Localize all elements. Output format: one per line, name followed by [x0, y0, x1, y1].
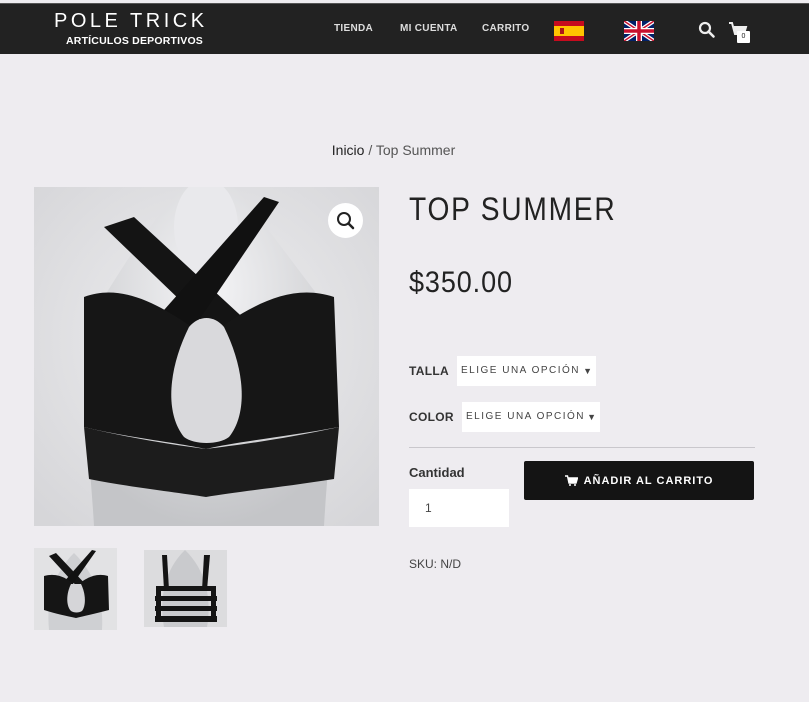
cart-icon — [564, 475, 578, 486]
quantity-label: Cantidad — [409, 465, 465, 480]
thumbnail-image-back — [144, 550, 227, 627]
site-header: POLE TRICK ARTÍCULOS DEPORTIVOS TIENDA M… — [0, 3, 809, 54]
cart-count-badge[interactable]: 0 — [737, 31, 750, 43]
breadcrumb: Inicio / Top Summer — [0, 142, 787, 158]
thumbnail-image-front — [34, 548, 117, 630]
divider — [409, 447, 755, 448]
size-select-value: ELIGE UNA OPCIÓN — [461, 365, 581, 376]
zoom-icon — [337, 212, 355, 230]
color-label: COLOR — [409, 410, 454, 424]
add-to-cart-label: AÑADIR AL CARRITO — [583, 474, 714, 487]
product-sku: SKU: N/D — [409, 557, 462, 571]
size-select[interactable]: ELIGE UNA OPCIÓN ▼ — [457, 356, 596, 386]
logo-subtitle[interactable]: ARTÍCULOS DEPORTIVOS — [66, 35, 203, 47]
flag-spain-icon[interactable] — [554, 21, 584, 41]
breadcrumb-current: Top Summer — [375, 142, 456, 158]
size-label: TALLA — [409, 364, 449, 378]
breadcrumb-separator: / — [364, 142, 376, 158]
color-select-value: ELIGE UNA OPCIÓN — [466, 411, 586, 422]
nav-mi-cuenta[interactable]: MI CUENTA — [400, 23, 458, 34]
product-thumbnail-2[interactable] — [144, 550, 227, 627]
product-title: TOP SUMMER — [409, 191, 617, 227]
flag-uk-icon[interactable] — [624, 21, 654, 41]
nav-carrito[interactable]: CARRITO — [482, 23, 529, 34]
breadcrumb-home-link[interactable]: Inicio — [332, 142, 365, 158]
add-to-cart-button[interactable]: AÑADIR AL CARRITO — [524, 461, 754, 500]
nav-tienda[interactable]: TIENDA — [334, 23, 373, 34]
product-thumbnail-1[interactable] — [34, 548, 117, 630]
chevron-down-icon: ▼ — [583, 366, 592, 376]
search-icon[interactable] — [698, 21, 716, 39]
chevron-down-icon: ▼ — [587, 412, 596, 422]
color-select[interactable]: ELIGE UNA OPCIÓN ▼ — [462, 402, 600, 432]
product-price: $350.00 — [409, 266, 513, 299]
quantity-input[interactable]: 1 — [409, 489, 509, 527]
zoom-button[interactable] — [328, 203, 363, 238]
logo-title[interactable]: POLE TRICK — [54, 10, 208, 33]
